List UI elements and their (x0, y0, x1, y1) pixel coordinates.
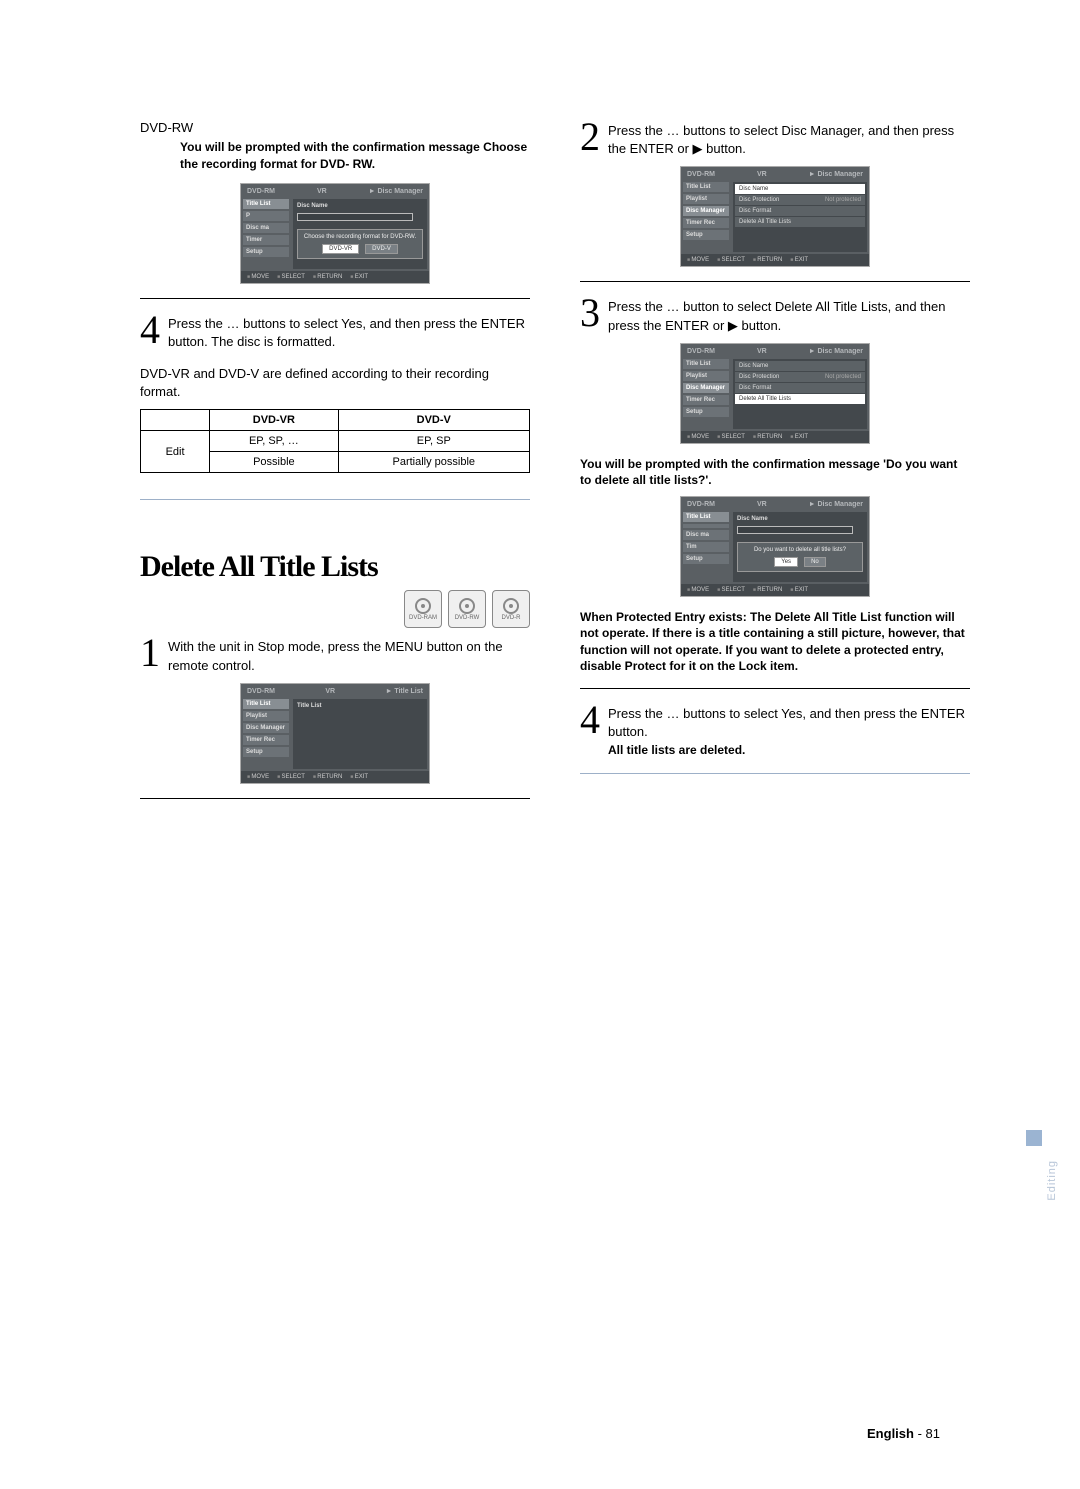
sidebar-item[interactable]: Setup (683, 407, 729, 417)
th-blank (141, 410, 210, 431)
footer-return: RETURN (313, 274, 342, 280)
footer-move: MOVE (247, 274, 269, 280)
td-vr2: Possible (210, 452, 338, 473)
sidebar-item[interactable] (683, 524, 729, 528)
td-v1: EP, SP (338, 431, 529, 452)
step-number-1: 1 (140, 636, 160, 674)
ui-hdr-mid: VR (325, 688, 335, 695)
ui-delete-confirm: DVD-RM VR ► Disc Manager Title List Disc… (680, 496, 870, 597)
format-dialog: Choose the recording format for DVD-RW. … (297, 229, 423, 259)
sidebar-item[interactable]: Title List (243, 699, 289, 709)
sidebar-item[interactable]: Title List (683, 182, 729, 192)
ui-format-dialog: DVD-RM VR ► Disc Manager Title List P Di… (240, 183, 430, 284)
step-number-3: 3 (580, 296, 600, 334)
footer-select: SELECT (277, 274, 305, 280)
step-4b-text: Press the … buttons to select Yes, and t… (608, 706, 965, 739)
disc-rw-icon: DVD-RW (448, 590, 486, 628)
sidebar-item[interactable]: Disc Manager (683, 206, 729, 216)
section-delete-all: Delete All Title Lists (140, 550, 530, 584)
menu-delete-all[interactable]: Delete All Title Lists (735, 394, 865, 404)
yes-button[interactable]: Yes (774, 557, 798, 567)
confirm-note: You will be prompted with the confirmati… (580, 456, 970, 488)
menu-disc-protection[interactable]: Disc ProtectionNot protected (735, 372, 865, 382)
dvd-v-button[interactable]: DVD-V (365, 244, 398, 254)
menu-disc-protection[interactable]: Disc ProtectionNot protected (735, 195, 865, 205)
side-tab-icon (1026, 1130, 1042, 1146)
ui-disc-manager: DVD-RM VR ► Disc Manager Title List Play… (680, 166, 870, 267)
disc-r-icon: DVD-R (492, 590, 530, 628)
sidebar-item[interactable]: Timer (243, 235, 289, 245)
disc-name-field[interactable] (737, 526, 853, 534)
no-button[interactable]: No (804, 557, 826, 567)
ui-hdr-right: ► Title List (385, 688, 423, 695)
delete-confirm-dialog: Do you want to delete all title lists? Y… (737, 542, 863, 572)
menu-delete-all[interactable]: Delete All Title Lists (735, 217, 865, 227)
sidebar-item[interactable]: Playlist (683, 194, 729, 204)
sidebar-item[interactable]: Disc ma (683, 530, 729, 540)
footer-exit: EXIT (350, 274, 368, 280)
step-number-2: 2 (580, 120, 600, 158)
th-v: DVD-V (338, 410, 529, 431)
ui-title-list: DVD-RM VR ► Title List Title List Playli… (240, 683, 430, 784)
ui-delete-all-selected: DVD-RM VR ► Disc Manager Title List Play… (680, 343, 870, 444)
menu-disc-name[interactable]: Disc Name (735, 361, 865, 371)
th-vr: DVD-VR (210, 410, 338, 431)
menu-disc-name[interactable]: Disc Name (735, 184, 865, 194)
sidebar-item[interactable]: Playlist (243, 711, 289, 721)
td-edit: Edit (141, 431, 210, 473)
deleted-note: All title lists are deleted. (608, 743, 745, 757)
content-label: Disc Name (297, 203, 423, 209)
disc-ram-icon: DVD-RAM (404, 590, 442, 628)
sidebar-item[interactable]: Tim (683, 542, 729, 552)
dialog-message: Choose the recording format for DVD-RW. (302, 234, 418, 240)
step-3-text: Press the … button to select Delete All … (608, 296, 970, 334)
td-vr1: EP, SP, … (210, 431, 338, 452)
dvd-vr-button[interactable]: DVD-VR (322, 244, 359, 254)
sidebar-item[interactable]: Playlist (683, 371, 729, 381)
sidebar-item[interactable]: Timer Rec (683, 395, 729, 405)
ui-hdr-right: ► Disc Manager (369, 188, 423, 195)
sidebar-item[interactable]: Title List (683, 359, 729, 369)
menu-disc-format[interactable]: Disc Format (735, 383, 865, 393)
dvd-rw-label: DVD-RW (140, 120, 530, 135)
sidebar-item[interactable]: Disc Manager (243, 723, 289, 733)
step-number-4: 4 (140, 313, 160, 351)
step-2-text: Press the … buttons to select Disc Manag… (608, 120, 970, 158)
vr-v-definition: DVD-VR and DVD-V are defined according t… (140, 365, 530, 401)
sidebar-item[interactable]: Setup (243, 247, 289, 257)
footer-select: SELECT (277, 774, 305, 780)
sidebar-item[interactable]: P (243, 211, 289, 221)
format-table: DVD-VR DVD-V Edit EP, SP, … EP, SP Possi… (140, 409, 530, 473)
sidebar-item[interactable]: Setup (683, 554, 729, 564)
footer-move: MOVE (247, 774, 269, 780)
sidebar-item[interactable]: Disc Manager (683, 383, 729, 393)
menu-disc-format[interactable]: Disc Format (735, 206, 865, 216)
protect-note: When Protected Entry exists: The Delete … (580, 609, 970, 674)
ui-hdr-left: DVD-RM (247, 188, 275, 195)
sidebar-item[interactable]: Timer Rec (683, 218, 729, 228)
content-label: Title List (297, 703, 423, 709)
side-tab-label: Editing (1046, 1160, 1062, 1201)
content-label: Disc Name (737, 516, 863, 522)
disc-name-field[interactable] (297, 213, 413, 221)
sidebar-item[interactable]: Title List (243, 199, 289, 209)
footer-exit: EXIT (350, 774, 368, 780)
page-footer: English - 81 (867, 1426, 940, 1441)
footer-return: RETURN (313, 774, 342, 780)
sidebar-item[interactable]: Setup (243, 747, 289, 757)
sidebar-item[interactable]: Setup (683, 230, 729, 240)
sidebar-item[interactable]: Title List (683, 512, 729, 522)
td-v2: Partially possible (338, 452, 529, 473)
format-prompt-note: You will be prompted with the confirmati… (140, 139, 530, 173)
ui-hdr-left: DVD-RM (247, 688, 275, 695)
step-4-text: Press the … buttons to select Yes, and t… (168, 313, 530, 351)
ui-hdr-mid: VR (317, 188, 327, 195)
sidebar-item[interactable]: Timer Rec (243, 735, 289, 745)
dialog-message: Do you want to delete all title lists? (742, 547, 858, 553)
step-number-4b: 4 (580, 703, 600, 760)
sidebar-item[interactable]: Disc ma (243, 223, 289, 233)
step-1-text: With the unit in Stop mode, press the ME… (168, 636, 530, 674)
